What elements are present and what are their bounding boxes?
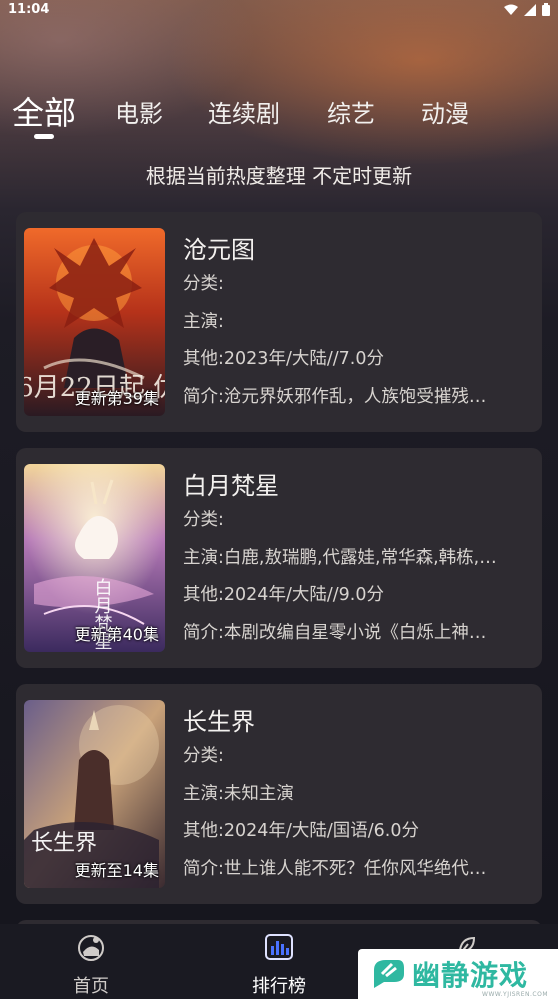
status-time: 11:04 [8,2,50,17]
brand-name: 幽静游戏 [412,959,529,992]
item-other: 其他:2023年/大陆//7.0分 [183,349,384,369]
poster-image: 长生界 更新至14集 [24,700,165,888]
item-category: 分类: [183,274,224,294]
item-category: 分类: [183,746,224,766]
episode-badge: 更新第40集 [74,625,159,644]
item-title: 白月梵星 [183,472,279,500]
nav-ranking[interactable]: 排行榜 [209,924,349,999]
item-cast: 主演:白鹿,敖瑞鹏,代露娃,常华森,韩栋,… [183,547,497,568]
item-other: 其他:2024年/大陆//9.0分 [183,585,384,605]
nav-home[interactable]: 首页 [21,924,161,999]
brand-logo-icon [374,960,404,988]
item-info: 长生界 分类: 主演:未知主演 其他:2024年/大陆/国语/6.0分 简介:世… [183,702,528,888]
nav-home-label: 首页 [73,976,109,997]
item-category: 分类: [183,510,224,530]
item-intro: 简介:本剧改编自星零小说《白烁上神… [183,622,487,643]
tab-active-indicator [34,134,54,139]
ranking-item[interactable]: 白月梵星 更新第40集 白月梵星 分类: 主演:白鹿,敖瑞鹏,代露娃,常华森,韩… [16,448,542,668]
tab-series[interactable]: 连续剧 [208,94,280,129]
item-intro: 简介:世上谁人能不死？任你风华绝代… [183,858,487,879]
item-cast: 主演:未知主演 [183,783,294,804]
battery-icon [542,3,550,16]
ranking-item[interactable]: 沧元图 6月22日起 优酷独播 更新第39集 沧元图 分类: 主演: 其他:20… [16,212,542,432]
poster-image: 白月梵星 更新第40集 [24,464,165,652]
item-info: 沧元图 分类: 主演: 其他:2023年/大陆//7.0分 简介:沧元界妖邪作乱… [183,230,528,416]
item-cast: 主演: [183,311,224,332]
item-title: 长生界 [183,708,255,736]
site-watermark: 幽静游戏 WWW.YJISREN.COM [358,949,558,999]
item-intro: 简介:沧元界妖邪作乱，人族饱受摧残… [183,386,487,407]
episode-badge: 更新至14集 [74,861,159,880]
poster-calligraphy: 长生界 [31,831,97,856]
item-title: 沧元图 [183,236,255,264]
item-other: 其他:2024年/大陆/国语/6.0分 [183,821,419,841]
ranking-item[interactable]: 长生界 更新至14集 长生界 分类: 主演:未知主演 其他:2024年/大陆/国… [16,684,542,904]
wifi-icon [504,4,518,15]
home-icon [78,935,104,961]
item-info: 白月梵星 分类: 主演:白鹿,敖瑞鹏,代露娃,常华森,韩栋,… 其他:2024年… [183,466,528,652]
tab-anime[interactable]: 动漫 [421,94,469,129]
signal-icon [524,3,536,16]
status-icons [504,3,550,16]
episode-badge: 更新第39集 [74,389,159,408]
status-bar: 11:04 [0,0,558,20]
brand-url: WWW.YJISREN.COM [482,991,548,998]
tab-variety[interactable]: 综艺 [327,94,375,129]
tab-movies[interactable]: 电影 [115,94,163,129]
tab-all[interactable]: 全部 [12,88,76,134]
category-tabs: 全部 电影 连续剧 综艺 动漫 [0,86,558,146]
ranking-icon [265,934,293,960]
poster-image: 沧元图 6月22日起 优酷独播 更新第39集 [24,228,165,416]
nav-ranking-label: 排行榜 [252,976,306,997]
ranking-subtitle: 根据当前热度整理 不定时更新 [145,164,413,188]
